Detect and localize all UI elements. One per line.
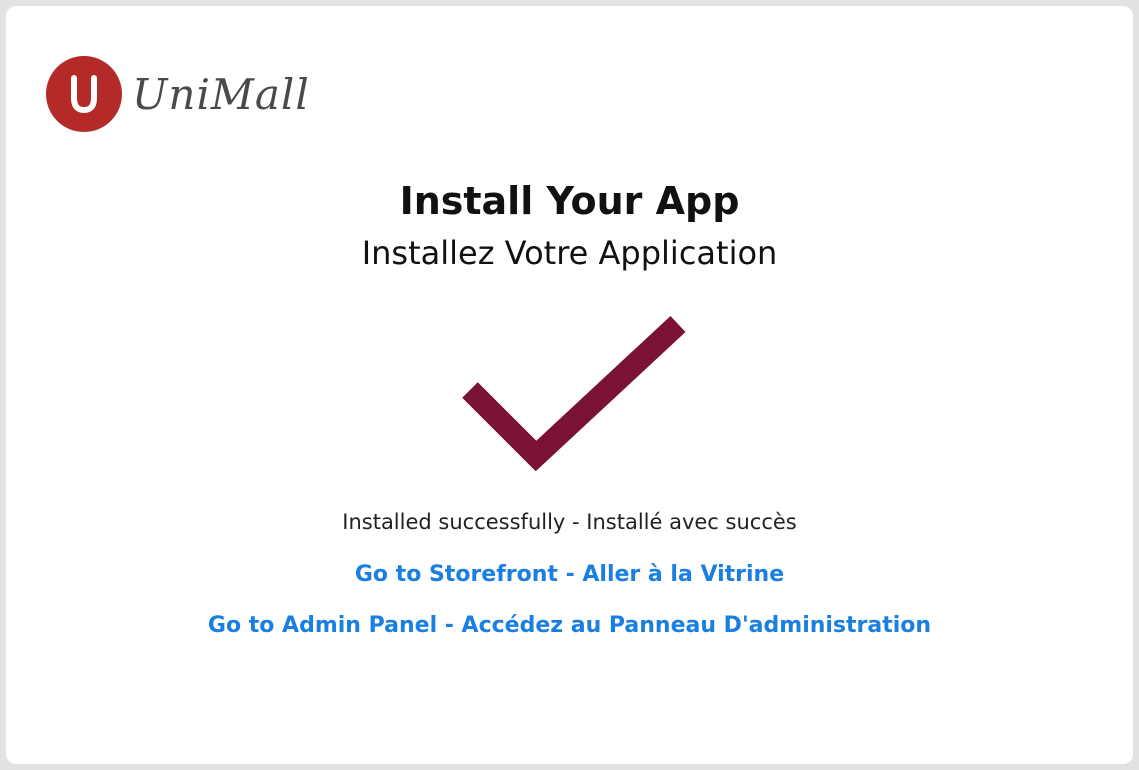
install-card: UniMall Install Your App Installez Votre…: [6, 6, 1133, 764]
page-subtitle: Installez Votre Application: [361, 234, 778, 272]
storefront-link[interactable]: Go to Storefront - Aller à la Vitrine: [6, 562, 1133, 587]
logo-mark-icon: [46, 56, 122, 132]
install-status-message: Installed successfully - Installé avec s…: [342, 510, 797, 534]
page-title: Install Your App: [399, 179, 740, 223]
checkmark-icon: [456, 310, 696, 484]
unimall-logo: UniMall: [46, 56, 310, 132]
admin-panel-link[interactable]: Go to Admin Panel - Accédez au Panneau D…: [6, 613, 1133, 638]
logo-text: UniMall: [132, 69, 310, 119]
